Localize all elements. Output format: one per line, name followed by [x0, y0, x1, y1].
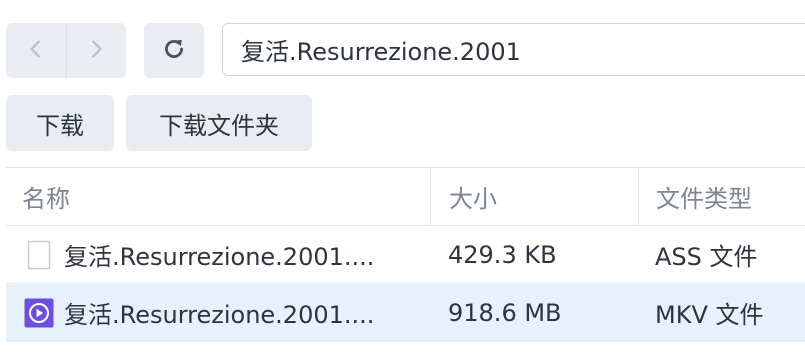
file-name-cell: 复活.Resurrezione.2001.... [6, 226, 430, 283]
file-table: 名称 大小 文件类型 复活.Resurrezione.2001.... 429.… [6, 167, 805, 342]
column-header-name[interactable]: 名称 [6, 168, 430, 225]
file-type-cell: MKV 文件 [638, 284, 805, 341]
download-button-label: 下载 [36, 111, 84, 140]
forward-button[interactable] [65, 23, 127, 78]
refresh-button[interactable] [144, 23, 204, 78]
file-size-cell: 429.3 KB [430, 226, 638, 283]
download-folder-button[interactable]: 下载文件夹 [126, 95, 312, 151]
file-name: 复活.Resurrezione.2001.... [64, 243, 375, 271]
column-header-size-label: 大小 [449, 185, 497, 213]
file-name-cell: 复活.Resurrezione.2001.... [6, 284, 430, 341]
file-type: ASS 文件 [655, 243, 758, 271]
file-name: 复活.Resurrezione.2001.... [64, 301, 375, 329]
document-file-icon [24, 240, 54, 270]
path-text: 复活.Resurrezione.2001 [241, 38, 521, 66]
chevron-right-icon [85, 38, 107, 64]
column-header-name-label: 名称 [22, 185, 70, 213]
download-folder-button-label: 下载文件夹 [159, 111, 279, 140]
video-file-icon [24, 298, 54, 328]
file-browser-window: 复活.Resurrezione.2001 下载 下载文件夹 名称 大小 文件类型 [0, 0, 805, 363]
table-row[interactable]: 复活.Resurrezione.2001.... 918.6 MB MKV 文件 [6, 284, 805, 342]
refresh-icon [161, 36, 187, 66]
chevron-left-icon [25, 38, 47, 64]
navigation-button-group [6, 23, 126, 78]
table-row[interactable]: 复活.Resurrezione.2001.... 429.3 KB ASS 文件 [6, 226, 805, 284]
table-header: 名称 大小 文件类型 [6, 167, 805, 226]
file-size-cell: 918.6 MB [430, 284, 638, 341]
file-type: MKV 文件 [655, 301, 764, 329]
download-button[interactable]: 下载 [6, 95, 114, 151]
column-header-type[interactable]: 文件类型 [638, 168, 805, 225]
file-type-cell: ASS 文件 [638, 226, 805, 283]
path-field[interactable]: 复活.Resurrezione.2001 [222, 23, 805, 76]
file-size: 429.3 KB [448, 240, 557, 269]
column-header-size[interactable]: 大小 [430, 168, 638, 225]
column-header-type-label: 文件类型 [656, 185, 752, 213]
back-button[interactable] [6, 23, 66, 78]
file-size: 918.6 MB [448, 298, 562, 327]
